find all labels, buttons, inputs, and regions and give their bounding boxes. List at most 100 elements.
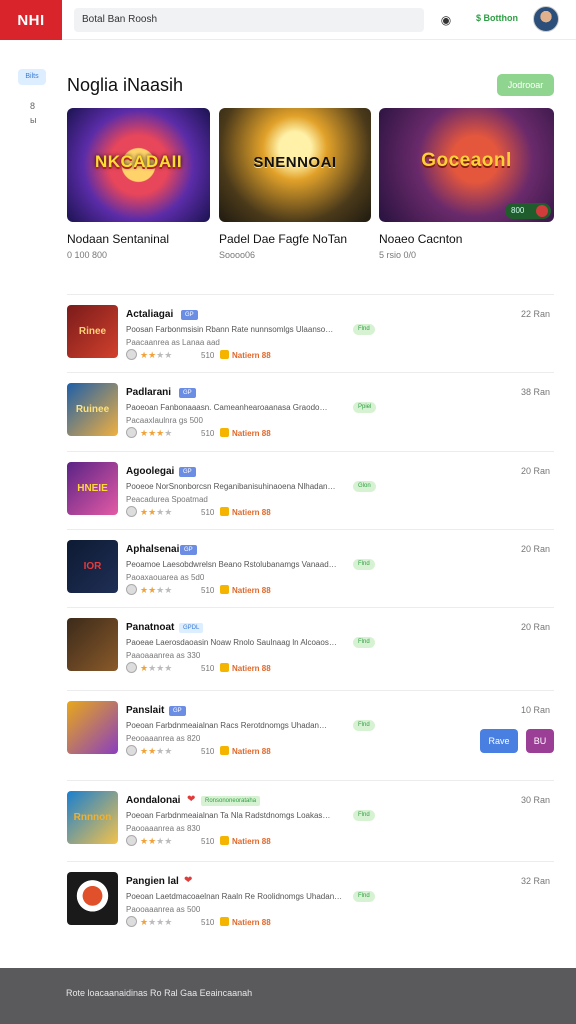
thumbnail-text: HNEIE — [77, 483, 108, 494]
action-button-secondary[interactable]: BU — [526, 729, 554, 753]
game-subtitle: Paacaanrea as Lanaa aad — [126, 338, 220, 347]
star-icon: ★ — [140, 428, 149, 438]
featured-price-badge[interactable]: 800 — [505, 203, 551, 219]
game-title[interactable]: Pangien lal — [126, 876, 179, 887]
game-rating: ★★★★ — [126, 662, 172, 674]
featured-meta: 0 100 800 — [67, 250, 108, 260]
avatar[interactable] — [533, 6, 559, 32]
publisher-label: Natiern 88 — [232, 747, 271, 756]
game-publisher[interactable]: Natiern 88 — [220, 663, 271, 673]
featured-name[interactable]: Padel Dae Fagfe NoTan — [219, 232, 347, 246]
action-button-primary[interactable]: Rave — [480, 729, 518, 753]
game-thumbnail[interactable]: Rnnnon — [67, 791, 118, 844]
featured-art-text: Goceaonl — [421, 150, 512, 171]
star-icon: ★ — [164, 746, 173, 756]
game-publisher[interactable]: Natiern 88 — [220, 428, 271, 438]
game-title[interactable]: Panatnoat — [126, 622, 174, 633]
page-title: Noglia iNaasih — [67, 75, 184, 95]
featured-card-2[interactable]: SNENNOAI — [219, 108, 371, 222]
featured-name[interactable]: Nodaan Sentaninal — [67, 232, 169, 246]
featured-art-text: NKCADAII — [94, 152, 183, 171]
rating-icon — [126, 916, 137, 927]
game-title[interactable]: Padlarani — [126, 387, 171, 398]
game-thumbnail[interactable]: HNEIE — [67, 462, 118, 515]
signin-link[interactable]: $ Botthon — [476, 13, 518, 23]
game-thumbnail[interactable] — [67, 701, 118, 754]
list-item[interactable]: IOR Aphalsenai GP Peoamoe Laesobdwrelsn Bea… — [67, 529, 554, 607]
game-badge: Flnd — [353, 324, 375, 335]
game-description: Poosan Farbonmsisin Rbann Rate nunnsomlg… — [126, 325, 334, 334]
game-thumbnail[interactable] — [67, 618, 118, 671]
star-icon: ★ — [164, 507, 173, 517]
star-icon: ★ — [140, 350, 149, 360]
star-icon: ★ — [164, 585, 173, 595]
game-thumbnail[interactable]: IOR — [67, 540, 118, 593]
game-description: Peoamoe Laesobdwrelsn Beano Rstolubanamg… — [126, 560, 337, 569]
game-description: Pooeoe NorSnonborcsn Reganibanisuhinaoen… — [126, 482, 336, 491]
featured-meta: 5 rsio 0/0 — [379, 250, 417, 260]
game-publisher[interactable]: Natiern 88 — [220, 836, 271, 846]
list-item[interactable]: HNEIE Agoolegai GP Pooeoe NorSnonborcsn Reg… — [67, 451, 554, 529]
game-count: 510 — [201, 351, 215, 360]
list-item[interactable]: Pangien lal ❤ Poeoan Laetdmacoaelnan Raaln… — [67, 861, 554, 939]
star-icon: ★ — [140, 663, 149, 673]
game-title[interactable]: Panslait — [126, 705, 164, 716]
publisher-label: Natiern 88 — [232, 586, 271, 595]
game-subtitle: Peooaaanrea as 820 — [126, 734, 201, 743]
featured-name[interactable]: Noaeo Cacnton — [379, 232, 462, 246]
publisher-label: Natiern 88 — [232, 508, 271, 517]
star-icon: ★ — [164, 917, 173, 927]
featured-card-1[interactable]: NKCADAII — [67, 108, 210, 222]
game-title[interactable]: Agoolegai — [126, 466, 174, 477]
rating-icon — [126, 662, 137, 673]
game-publisher[interactable]: Natiern 88 — [220, 585, 271, 595]
publisher-icon — [220, 350, 229, 359]
star-icon: ★ — [140, 507, 149, 517]
game-time: 20 Ran — [520, 466, 550, 476]
list-item[interactable]: Rnnnon Aondalonai Ronsononeorataha ❤ Poeoan … — [67, 780, 554, 858]
game-subtitle: Paooaaanrea as 500 — [126, 905, 201, 914]
footer-text: Rote loacaanaidinas Ro Ral Gaa Eeaincaan… — [66, 988, 253, 998]
game-thumbnail[interactable]: Ruinee — [67, 383, 118, 436]
sidebar-item-2[interactable]: ы — [30, 115, 36, 125]
rating-icon — [126, 349, 137, 360]
game-subtitle: Paaoaaanrea as 330 — [126, 651, 201, 660]
game-publisher[interactable]: Natiern 88 — [220, 746, 271, 756]
thumbnail-text: IOR — [83, 561, 102, 572]
game-badge: Flnd — [353, 891, 375, 902]
star-icon: ★ — [140, 585, 149, 595]
game-description: Poeoan Farbdnmeaialnan Racs Rerotdnomgs … — [126, 721, 328, 730]
rating-icon — [126, 745, 137, 756]
list-item[interactable]: Rinee Actaliagai GP Poosan Farbonmsisin Rba… — [67, 294, 554, 372]
publisher-icon — [220, 507, 229, 516]
publisher-label: Natiern 88 — [232, 837, 271, 846]
footer: Rote loacaanaidinas Ro Ral Gaa Eeaincaan… — [0, 968, 576, 1024]
list-item[interactable]: Ruinee Padlarani GP Paoeoan Fanbonaaasn. Ca… — [67, 372, 554, 450]
game-rating: ★★★★ — [126, 835, 172, 847]
game-publisher[interactable]: Natiern 88 — [220, 507, 271, 517]
game-subtitle: Peacadurea Spoatmad — [126, 495, 208, 504]
star-icon: ★ — [140, 917, 149, 927]
game-title[interactable]: Actaliagai — [126, 309, 173, 320]
game-publisher[interactable]: Natiern 88 — [220, 917, 271, 927]
game-publisher[interactable]: Natiern 88 — [220, 350, 271, 360]
game-subtitle: Paoaxaouarea as 5d0 — [126, 573, 205, 582]
game-thumbnail[interactable]: Rinee — [67, 305, 118, 358]
star-icon: ★ — [148, 507, 157, 517]
game-title[interactable]: Aphalsenai — [126, 544, 179, 555]
star-icon: ★ — [164, 350, 173, 360]
search-input[interactable]: Botal Ban Roosh — [74, 8, 424, 32]
camera-icon[interactable]: ◉ — [438, 12, 454, 28]
sidebar-badge[interactable]: Bilts — [18, 69, 46, 85]
game-thumbnail[interactable] — [67, 872, 118, 925]
site-logo[interactable]: NHI — [0, 0, 62, 40]
list-item[interactable]: Panatnoat GPDL Paoeae Laerosdaoasin Noaw R… — [67, 607, 554, 685]
publisher-label: Natiern 88 — [232, 429, 271, 438]
game-title[interactable]: Aondalonai — [126, 795, 180, 806]
sidebar-item-1[interactable]: 8 — [30, 101, 35, 111]
publisher-icon — [220, 428, 229, 437]
see-all-button[interactable]: Jodrooar — [497, 74, 554, 96]
game-time: 30 Ran — [520, 795, 550, 805]
featured-price-label: 800 — [511, 206, 525, 215]
game-rating: ★★★★ — [126, 427, 172, 439]
